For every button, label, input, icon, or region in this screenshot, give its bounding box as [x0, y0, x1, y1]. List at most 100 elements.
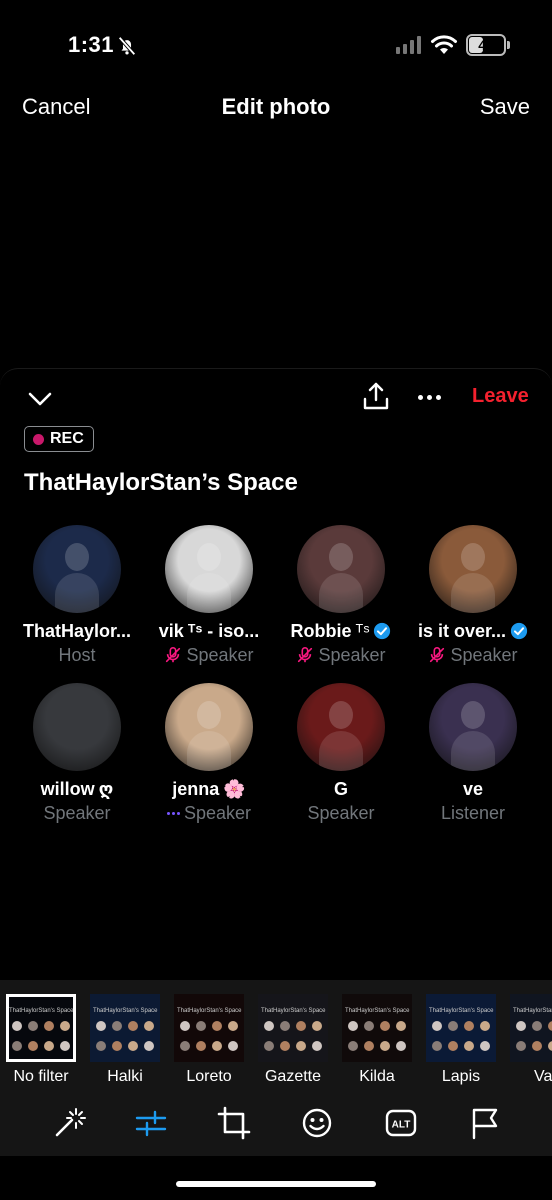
participant: ThatHaylor... Host	[11, 525, 143, 667]
cancel-button[interactable]: Cancel	[22, 94, 90, 120]
participant-role: Speaker	[11, 801, 143, 825]
battery-tip	[507, 41, 510, 49]
avatar	[33, 525, 121, 613]
thumbnail-avatar	[364, 1021, 374, 1031]
participant: Robbie ᵀˢ Speaker	[275, 525, 407, 667]
thumbnail-title: ThatHaylorStan's Space	[9, 1008, 74, 1014]
filter-label: Kilda	[359, 1068, 395, 1085]
participant-name-text: is it over...	[417, 620, 507, 641]
thumbnail-avatar	[112, 1041, 122, 1051]
filter-option[interactable]: ThatHaylorStan's Space No filter	[6, 994, 76, 1086]
filter-strip: ThatHaylorStan's Space No filter ThatHaylo…	[0, 980, 552, 1090]
participant-role: Speaker	[143, 643, 275, 667]
avatar	[297, 683, 385, 771]
participant-role: Speaker	[143, 801, 275, 825]
sticker-icon[interactable]	[300, 1106, 334, 1140]
filter-option[interactable]: ThatHaylorStan's Space Vai	[510, 994, 552, 1086]
thumbnail-avatar	[228, 1021, 238, 1031]
thumbnail-avatar	[264, 1041, 274, 1051]
thumbnail-avatar	[128, 1041, 138, 1051]
photo-preview[interactable]: Leave REC ThatHaylorStan’s Space ThatHay…	[0, 368, 552, 980]
bell-off-icon	[118, 36, 136, 56]
participant-role-text: Speaker	[450, 644, 518, 665]
home-indicator	[176, 1181, 376, 1187]
thumbnail-title: ThatHaylorStan's Space	[177, 1008, 242, 1014]
rec-label: REC	[50, 430, 84, 447]
filter-option[interactable]: ThatHaylorStan's Space Halki	[90, 994, 160, 1086]
filter-thumbnail: ThatHaylorStan's Space	[510, 994, 552, 1062]
top-nav: Cancel Edit photo Save	[0, 86, 552, 130]
alt-text-icon[interactable]: ALT	[384, 1106, 418, 1140]
thumbnail-avatar	[96, 1021, 106, 1031]
thumbnail-avatar	[480, 1041, 490, 1051]
magic-wand-icon[interactable]	[52, 1106, 86, 1140]
mic-off-icon	[166, 646, 181, 663]
thumbnail-avatar	[432, 1041, 442, 1051]
participant-name-suffix: ᵀˢ	[355, 620, 370, 641]
participant: is it over... Speaker	[407, 525, 539, 667]
filter-option[interactable]: ThatHaylorStan's Space Kilda	[342, 994, 412, 1086]
adjust-sliders-icon[interactable]	[134, 1106, 168, 1140]
filter-option[interactable]: ThatHaylorStan's Space Loreto	[174, 994, 244, 1086]
save-button[interactable]: Save	[480, 94, 530, 120]
thumbnail-avatar	[60, 1021, 70, 1031]
filter-thumbnail: ThatHaylorStan's Space	[174, 994, 244, 1062]
thumbnail-avatar	[296, 1021, 306, 1031]
participant-name-text: vik	[158, 620, 184, 641]
filter-thumbnail: ThatHaylorStan's Space	[258, 994, 328, 1062]
thumbnail-avatar	[12, 1041, 22, 1051]
filter-thumbnail: ThatHaylorStan's Space	[90, 994, 160, 1062]
status-bar: 1:31 42	[0, 0, 552, 90]
participant-name: ThatHaylor...	[11, 619, 143, 643]
filter-thumbnail: ThatHaylorStan's Space	[342, 994, 412, 1062]
thumbnail-avatar	[280, 1021, 290, 1031]
thumbnail-avatar	[464, 1021, 474, 1031]
edit-toolbar: ALT	[0, 1090, 552, 1156]
thumbnail-avatar	[396, 1041, 406, 1051]
thumbnail-avatar	[464, 1041, 474, 1051]
participant-role: Speaker	[407, 643, 539, 667]
filter-label: Halki	[107, 1068, 143, 1085]
rec-dot	[33, 433, 44, 445]
participant-name: willow ღ	[11, 777, 143, 801]
participant: ve Listener	[407, 683, 539, 825]
crop-icon[interactable]	[217, 1106, 251, 1140]
participant-name-text: Robbie	[290, 620, 352, 641]
chevron-down-icon	[28, 392, 52, 406]
thumbnail-avatar	[516, 1021, 526, 1031]
participant-name: is it over...	[407, 619, 539, 643]
thumbnail-avatar	[312, 1021, 322, 1031]
thumbnail-avatar	[364, 1041, 374, 1051]
leave-label: Leave	[472, 385, 529, 407]
thumbnail-avatar	[312, 1041, 322, 1051]
filter-thumbnail: ThatHaylorStan's Space	[6, 994, 76, 1062]
thumbnail-avatar	[60, 1041, 70, 1051]
thumbnail-avatar	[128, 1021, 138, 1031]
participant-name: G	[275, 777, 407, 801]
thumbnail-avatar	[28, 1021, 38, 1031]
thumbnail-avatar	[432, 1021, 442, 1031]
thumbnail-avatar	[532, 1021, 542, 1031]
thumbnail-avatar	[44, 1021, 54, 1031]
filter-option[interactable]: ThatHaylorStan's Space Gazette	[258, 994, 328, 1086]
flag-icon[interactable]	[468, 1106, 502, 1140]
filter-thumbnail: ThatHaylorStan's Space	[426, 994, 496, 1062]
participant-name: Robbie ᵀˢ	[275, 619, 407, 643]
participant-role-text: Listener	[440, 802, 506, 823]
participant-name-text: G	[333, 778, 348, 799]
thumbnail-avatar	[448, 1021, 458, 1031]
thumbnail-avatar	[532, 1041, 542, 1051]
participant: G Speaker	[275, 683, 407, 825]
speaking-indicator-icon	[166, 811, 180, 815]
status-time: 1:31	[68, 32, 115, 57]
space-title: ThatHaylorStan’s Space	[24, 469, 298, 496]
thumbnail-title: ThatHaylorStan's Space	[261, 1008, 326, 1014]
verified-badge-icon	[510, 622, 528, 640]
thumbnail-avatar	[548, 1041, 552, 1051]
filter-label: Loreto	[186, 1068, 232, 1085]
space-toolbar: Leave	[0, 381, 552, 417]
avatar	[165, 683, 253, 771]
participant: vik ᵀˢ - iso... Speaker	[143, 525, 275, 667]
filter-option[interactable]: ThatHaylorStan's Space Lapis	[426, 994, 496, 1086]
thumbnail-avatar	[196, 1041, 206, 1051]
